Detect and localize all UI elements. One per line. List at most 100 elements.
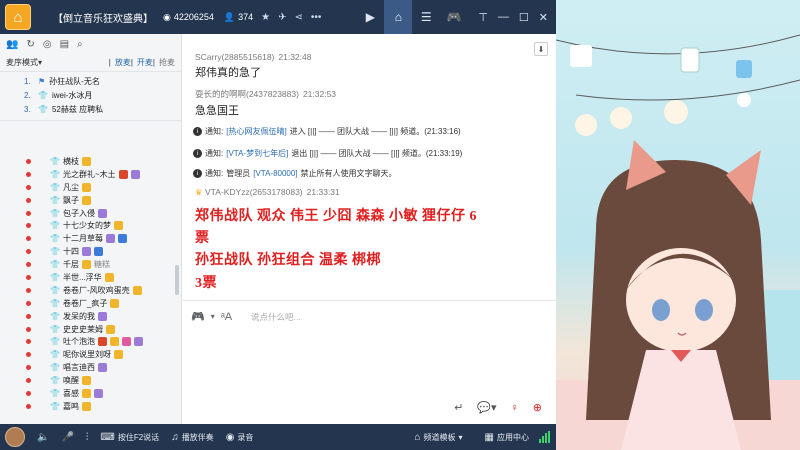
gold-badge-icon (105, 324, 115, 334)
user-name: 半世...浮华 (62, 272, 102, 282)
note-icon[interactable]: ▤ (60, 39, 69, 50)
share-icon[interactable]: ⋖ (295, 12, 303, 23)
people-icon[interactable]: 👥 (6, 39, 18, 50)
mic-status-dot (26, 313, 31, 319)
avatar[interactable] (5, 427, 25, 447)
user-list-item[interactable]: 👕 喜感 (0, 387, 181, 400)
shirt-icon: 👕 (50, 363, 60, 373)
user-list-item[interactable]: 👕 半世...浮华 (0, 271, 181, 284)
user-name: 十七少女的梦 (62, 221, 111, 231)
search-icon[interactable]: ⌕ (77, 39, 83, 50)
shirt-icon: 👕 (50, 298, 60, 308)
chat-area: ⬇ SCarry(2885515618) 21:32:48 郑伟真的急了 耍长的的… (183, 34, 556, 300)
grab-mic-link[interactable]: 抢麦 (159, 57, 175, 68)
channel-template-button[interactable]: ⌂ 频道模板 ▾ (414, 432, 462, 443)
purple-badge-icon (97, 363, 107, 373)
more-icon[interactable]: ••• (311, 12, 322, 23)
send-icon[interactable]: ⊕ (533, 401, 542, 414)
minimize-icon[interactable]: — (498, 11, 509, 24)
purple-badge-icon (130, 169, 140, 179)
emoji-icon[interactable]: 💬▾ (477, 401, 496, 414)
star-icon[interactable]: ★ (261, 12, 270, 23)
gift-icon[interactable]: ♀ (511, 402, 519, 414)
user-name: 嘉鸣 (62, 401, 79, 411)
scroll-to-bottom-icon[interactable]: ⬇ (534, 42, 548, 56)
user-list-item[interactable]: 👕 卷卷厂_疯子 (0, 297, 181, 310)
font-style-icon[interactable]: ᵃA (221, 311, 232, 323)
user-list-item[interactable]: 👕 十七少女的梦 (0, 219, 181, 232)
enter-icon[interactable]: ↵ (454, 401, 463, 414)
pin-icon[interactable]: ⊤ (478, 11, 488, 24)
user-list-item[interactable]: 👕 唱言迪西 (0, 361, 181, 374)
mic-status-dot (26, 300, 31, 306)
scrollbar[interactable] (175, 265, 179, 295)
queue-item[interactable]: 1. ⚑ 孙狂战队-无名 (0, 74, 181, 88)
user-icon: 👤 (223, 11, 236, 22)
purple-badge-icon (133, 337, 143, 347)
home-tab-icon[interactable]: ⌂ (384, 0, 413, 34)
mic-queue: 1. ⚑ 孙狂战队-无名 2. 👕 iwei-水冰月 3. 👕 52赫兹 应聘私 (0, 72, 181, 121)
user-list-item[interactable]: 👕 吐个泡泡 (0, 335, 181, 348)
plane-icon[interactable]: ✈ (278, 12, 286, 23)
mic-mode-row: 麦序模式 ▾ | 放麦 | 开麦 | 抢麦 (0, 54, 181, 72)
system-notice: i 通知: [VTA-梦到七年后] 退出 [||] —— 团队大战 —— [||… (193, 148, 462, 159)
shirt-icon: 👕 (50, 195, 60, 205)
gold-badge-icon (132, 285, 142, 295)
shirt-icon: 👕 (50, 401, 60, 411)
game-tab-icon[interactable]: 🎮 (440, 0, 468, 34)
red-badge-icon (97, 337, 107, 347)
play-accompaniment-button[interactable]: ♫ 播放伴奏 (171, 432, 214, 443)
release-mic-link[interactable]: 放麦 (115, 57, 131, 68)
shirt-icon: 👕 (38, 104, 48, 114)
user-list-item[interactable]: 👕 横枝 (0, 155, 181, 168)
chat-input-area: 🎮 ▾ ᵃA 说点什么吧... ↵ 💬▾ ♀ ⊕ (183, 300, 556, 424)
push-to-talk-button[interactable]: ⌨ 按住F2说话 (100, 432, 159, 443)
mic-status-dot (26, 365, 31, 371)
app-logo-home-icon[interactable]: ⌂ (5, 4, 31, 30)
user-list-item[interactable]: 👕 凡尘 (0, 181, 181, 194)
user-list-item[interactable]: 👕 包子入侵 (0, 207, 181, 220)
maximize-icon[interactable]: ☐ (519, 11, 529, 24)
user-list-item[interactable]: 👕 光之群礼~木土 (0, 168, 181, 181)
list-tab-icon[interactable]: ☰ (412, 0, 440, 34)
user-list-item[interactable]: 👕 嘉鸣 (0, 400, 181, 413)
queue-item[interactable]: 2. 👕 iwei-水冰月 (0, 88, 181, 102)
user-list-item[interactable]: 👕 发呆的我 (0, 310, 181, 323)
user-list-item[interactable]: 👕 卷卷厂-风吹鸡蛋壳 (0, 284, 181, 297)
speaker-icon[interactable]: 🔈 (37, 432, 49, 443)
vote-line: 3票 (195, 276, 217, 291)
mixer-icon[interactable]: ⫶ (86, 432, 89, 443)
open-mic-link[interactable]: 开麦 (137, 57, 153, 68)
user-list-item[interactable]: 👕 十四 (0, 245, 181, 258)
user-name: 飘子 (62, 195, 79, 205)
user-list-item[interactable]: 👕 十二月草莓 (0, 232, 181, 245)
shirt-icon: 👕 (38, 90, 48, 100)
refresh-icon[interactable]: ↻ (26, 39, 34, 50)
mic-status-dot (26, 262, 31, 268)
user-list-item[interactable]: 👕 千层 糖糕 (0, 258, 181, 271)
queue-item[interactable]: 3. 👕 52赫兹 应聘私 (0, 102, 181, 116)
microphone-icon[interactable]: 🎤 (61, 432, 73, 443)
video-icon[interactable]: ▶ (356, 0, 384, 34)
user-list: 👕 横枝 👕 光之群礼~木土 👕 凡尘 👕 飘子 👕 包子入侵 👕 十七少女的梦 👕 十二月草莓 👕 十四 👕 千… (0, 155, 181, 438)
chat-message: 耍长的的啊啊(2437823883) 21:32:53 急急国王 (195, 89, 337, 117)
user-list-item[interactable]: 👕 史史史莱姆 (0, 323, 181, 336)
chevron-down-icon[interactable]: ▾ (211, 312, 215, 321)
gold-badge-icon (81, 401, 91, 411)
chevron-down-icon[interactable]: ▾ (38, 58, 42, 67)
user-list-item[interactable]: 👕 呢你说里刘呀 (0, 348, 181, 361)
channel-name: 【倒立音乐狂欢盛典】 (53, 13, 153, 25)
record-icon: ◉ (225, 431, 235, 443)
close-icon[interactable]: ✕ (539, 11, 548, 24)
gamepad-icon[interactable]: 🎮 (191, 310, 205, 323)
location-icon[interactable]: ◎ (43, 39, 52, 50)
user-list-item[interactable]: 👕 唤醒 (0, 374, 181, 387)
user-name: 横枝 (62, 156, 79, 166)
channel-illustration (556, 0, 800, 450)
record-button[interactable]: ◉ 录音 (226, 432, 254, 443)
user-list-item[interactable]: 👕 飘子 (0, 194, 181, 207)
app-center-button[interactable]: ▦ 应用中心 (485, 432, 529, 443)
mic-mode-select[interactable]: 麦序模式 (6, 57, 38, 68)
user-name: 包子入侵 (62, 208, 95, 218)
chat-input[interactable]: 说点什么吧... (251, 311, 301, 323)
